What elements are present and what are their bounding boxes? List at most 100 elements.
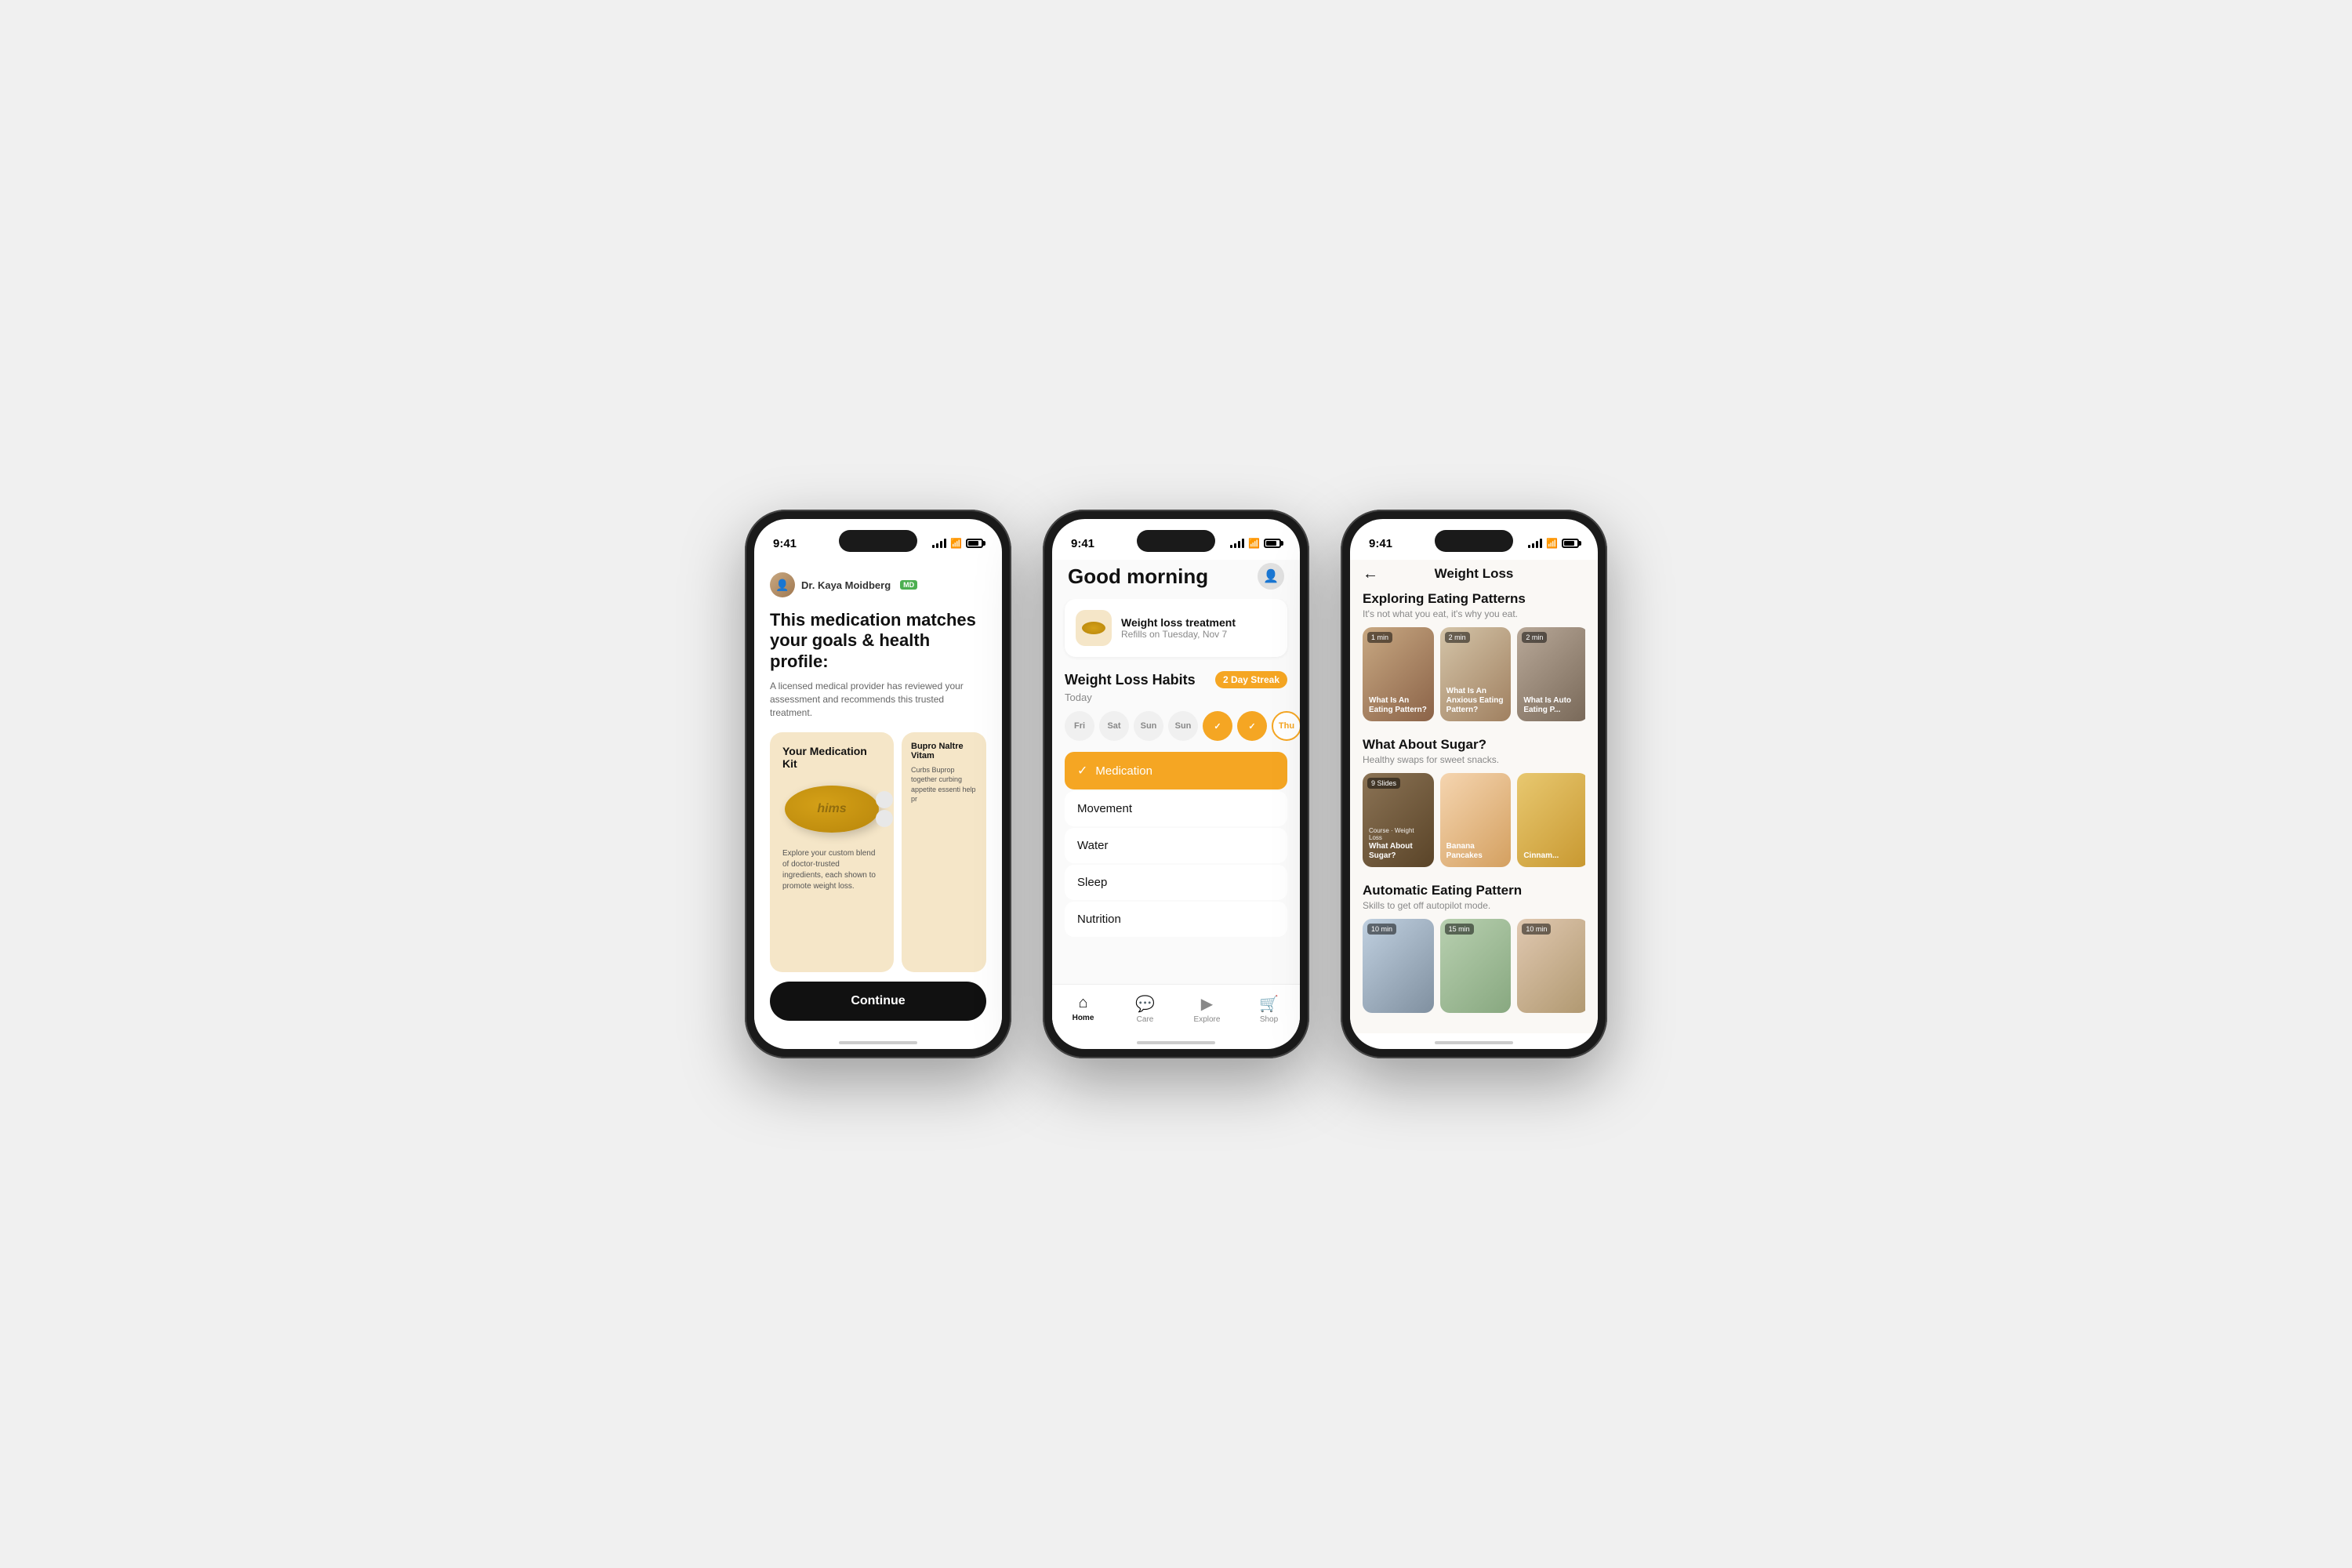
refill-icon <box>1076 610 1112 646</box>
p3-body: Exploring Eating Patterns It's not what … <box>1350 591 1598 1033</box>
care-nav-label: Care <box>1137 1015 1154 1024</box>
phones-container: 9:41 📶 👤 <box>745 510 1607 1058</box>
nav-explore[interactable]: ▶ Explore <box>1176 991 1238 1027</box>
battery-icon-1 <box>966 539 983 548</box>
habits-today: Today <box>1065 691 1287 703</box>
habit-nutrition[interactable]: Nutrition <box>1065 902 1287 937</box>
section3-cards: 10 min 15 min 10 min <box>1363 919 1585 1013</box>
status-time-3: 9:41 <box>1369 537 1392 550</box>
med-card-main: Your Medication Kit Explore your custom … <box>770 732 894 972</box>
phone-2: 9:41 📶 Good mor <box>1043 510 1309 1058</box>
home-indicator-3 <box>1350 1033 1598 1049</box>
shop-nav-label: Shop <box>1260 1015 1278 1024</box>
refill-pill-image <box>1082 622 1105 634</box>
video-card-eating3[interactable]: 2 min What Is Auto Eating P... <box>1517 627 1585 721</box>
dynamic-island-3 <box>1435 530 1513 552</box>
p3-header: ← Weight Loss <box>1350 560 1598 591</box>
video-label-4: Course · Weight Loss What About Sugar? <box>1369 827 1428 861</box>
dynamic-island-2 <box>1137 530 1215 552</box>
habit-sleep[interactable]: Sleep <box>1065 865 1287 900</box>
habits-title: Weight Loss Habits <box>1065 672 1196 688</box>
video-card-sugar1[interactable]: 9 Slides Course · Weight Loss What About… <box>1363 773 1434 867</box>
section2-cards: 9 Slides Course · Weight Loss What About… <box>1363 773 1585 867</box>
day-sun1: Sun <box>1134 711 1163 741</box>
doctor-avatar: 👤 <box>770 572 795 597</box>
day-check1: ✓ <box>1203 711 1232 741</box>
care-nav-icon: 💬 <box>1135 994 1155 1014</box>
med-card-desc: Explore your custom blend of doctor-trus… <box>782 848 881 892</box>
section1-title: Exploring Eating Patterns <box>1363 591 1585 607</box>
day-sat: Sat <box>1099 711 1129 741</box>
refill-card[interactable]: Weight loss treatment Refills on Tuesday… <box>1065 599 1287 657</box>
nav-care[interactable]: 💬 Care <box>1114 991 1176 1027</box>
p2-profile-button[interactable]: 👤 <box>1258 563 1284 590</box>
wifi-icon-2: 📶 <box>1248 538 1260 549</box>
habit-water[interactable]: Water <box>1065 828 1287 863</box>
battery-icon-3 <box>1562 539 1579 548</box>
video-card-sugar2[interactable]: Banana Pancakes <box>1440 773 1512 867</box>
video-sublabel-4: Course · Weight Loss <box>1369 827 1428 842</box>
video-label-5: Banana Pancakes <box>1446 842 1505 861</box>
video-duration-4: 9 Slides <box>1367 778 1400 789</box>
section1-sub: It's not what you eat, it's why you eat. <box>1363 608 1585 619</box>
dynamic-island-1 <box>839 530 917 552</box>
nav-home[interactable]: ⌂ Home <box>1052 991 1114 1027</box>
video-label-1: What Is An Eating Pattern? <box>1369 696 1428 715</box>
med-card-title: Your Medication Kit <box>782 745 881 770</box>
video-duration-2: 2 min <box>1445 632 1470 643</box>
section-sugar: What About Sugar? Healthy swaps for swee… <box>1363 737 1585 867</box>
p3-page-title: Weight Loss <box>1435 566 1514 582</box>
video-duration-7: 10 min <box>1367 924 1396 935</box>
status-time-1: 9:41 <box>773 537 797 550</box>
refill-sub: Refills on Tuesday, Nov 7 <box>1121 629 1276 640</box>
phone1-screen: 👤 Dr. Kaya Moidberg MD This medication m… <box>754 560 1002 1033</box>
video-card-eating1[interactable]: 1 min What Is An Eating Pattern? <box>1363 627 1434 721</box>
video-card-auto3[interactable]: 10 min <box>1517 919 1585 1013</box>
video-card-eating2[interactable]: 2 min What Is An Anxious Eating Pattern? <box>1440 627 1512 721</box>
explore-nav-icon: ▶ <box>1201 994 1213 1014</box>
video-card-auto1[interactable]: 10 min <box>1363 919 1434 1013</box>
video-label-2: What Is An Anxious Eating Pattern? <box>1446 687 1505 715</box>
back-button[interactable]: ← <box>1363 565 1378 583</box>
habits-section: Weight Loss Habits 2 Day Streak Today Fr… <box>1065 671 1287 937</box>
section-eating-patterns: Exploring Eating Patterns It's not what … <box>1363 591 1585 721</box>
signal-icon-3 <box>1528 539 1542 548</box>
habit-movement[interactable]: Movement <box>1065 791 1287 826</box>
phone-1: 9:41 📶 👤 <box>745 510 1011 1058</box>
status-icons-3: 📶 <box>1528 538 1579 549</box>
med-card-side-text: Curbs Buprop together curbing appetite e… <box>911 765 977 804</box>
section2-title: What About Sugar? <box>1363 737 1585 753</box>
continue-button[interactable]: Continue <box>770 982 986 1021</box>
day-check2: ✓ <box>1237 711 1267 741</box>
home-indicator-1 <box>754 1033 1002 1049</box>
habit-nutrition-label: Nutrition <box>1077 913 1121 926</box>
p2-header: Good morning 👤 <box>1052 560 1300 599</box>
nav-shop[interactable]: 🛒 Shop <box>1238 991 1300 1027</box>
streak-badge: 2 Day Streak <box>1215 671 1287 688</box>
habit-medication[interactable]: ✓ Medication <box>1065 752 1287 789</box>
phone3-screen: ← Weight Loss Exploring Eating Patterns … <box>1350 560 1598 1033</box>
day-circles: Fri Sat Sun Sun ✓ ✓ Thu <box>1065 711 1287 741</box>
video-duration-8: 15 min <box>1445 924 1474 935</box>
phone2-screen: Good morning 👤 Weight loss treatment <box>1052 560 1300 1033</box>
signal-icon-2 <box>1230 539 1244 548</box>
wifi-icon-3: 📶 <box>1546 538 1558 549</box>
video-card-sugar3[interactable]: Cinnam... <box>1517 773 1585 867</box>
habit-water-label: Water <box>1077 839 1108 852</box>
day-sun2: Sun <box>1168 711 1198 741</box>
bottom-nav: ⌂ Home 💬 Care ▶ Explore 🛒 <box>1052 984 1300 1033</box>
md-badge: MD <box>900 580 917 590</box>
p2-body: Weight loss treatment Refills on Tuesday… <box>1052 599 1300 984</box>
home-indicator-2 <box>1052 1033 1300 1049</box>
video-card-auto2[interactable]: 15 min <box>1440 919 1512 1013</box>
refill-title: Weight loss treatment <box>1121 616 1276 629</box>
habits-header: Weight Loss Habits 2 Day Streak <box>1065 671 1287 688</box>
home-nav-label: Home <box>1073 1014 1094 1022</box>
habit-medication-label: Medication <box>1095 764 1152 778</box>
home-nav-icon: ⌂ <box>1078 994 1087 1012</box>
med-card-side-title: Bupro Naltre Vitam <box>911 742 977 760</box>
video-duration-9: 10 min <box>1522 924 1551 935</box>
pill-image <box>785 786 879 833</box>
habit-list: ✓ Medication Movement Water <box>1065 752 1287 937</box>
video-label-6: Cinnam... <box>1523 851 1582 861</box>
